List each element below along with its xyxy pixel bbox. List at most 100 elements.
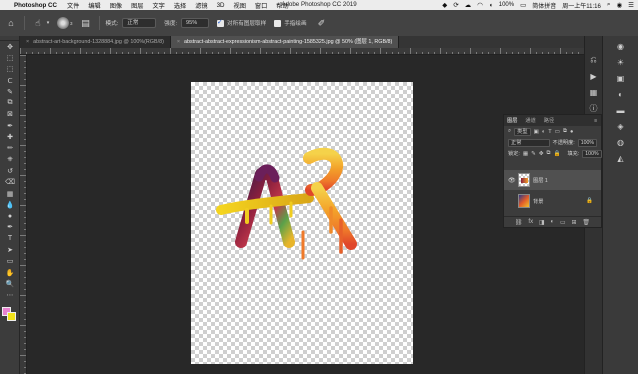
volume-icon[interactable]: ◖ bbox=[489, 2, 493, 9]
frame-tool[interactable]: ⊠ bbox=[0, 109, 20, 120]
gradient-tool[interactable]: ▦ bbox=[0, 188, 20, 199]
menu-view[interactable]: 视图 bbox=[234, 1, 246, 10]
brush-tool[interactable]: ✏ bbox=[0, 143, 20, 154]
smudge-tool-preset-icon[interactable]: ☝ bbox=[31, 16, 45, 30]
menu-help[interactable]: 帮助 bbox=[276, 1, 288, 10]
lock-artboard-icon[interactable]: ⧉ bbox=[547, 150, 551, 157]
opacity-input[interactable]: 100% bbox=[577, 138, 597, 147]
path-select-tool[interactable]: ➤ bbox=[0, 244, 20, 255]
battery-icon[interactable]: ▭ bbox=[520, 1, 526, 9]
blur-tool[interactable]: 💧 bbox=[0, 199, 20, 210]
eye-icon[interactable]: 👁 bbox=[508, 177, 516, 184]
wifi-icon[interactable]: ◠ bbox=[477, 1, 483, 9]
menu-type[interactable]: 文字 bbox=[152, 1, 164, 10]
home-icon[interactable]: ⌂ bbox=[4, 16, 18, 30]
menu-3d[interactable]: 3D bbox=[217, 2, 225, 9]
adjustment-icon[interactable]: ◐ bbox=[550, 219, 554, 225]
zoom-tool[interactable]: 🔍 bbox=[0, 278, 20, 289]
layers-panel-icon[interactable]: ◈ bbox=[603, 118, 638, 134]
blend-mode-select[interactable]: 正常 bbox=[508, 138, 550, 147]
clone-stamp-tool[interactable]: ⎈ bbox=[0, 154, 20, 165]
menu-layer[interactable]: 图层 bbox=[131, 1, 143, 10]
layer-row-layer1[interactable]: 👁 图层 1 bbox=[504, 170, 601, 190]
app-menu[interactable]: Photoshop CC bbox=[14, 2, 57, 9]
marquee-tool[interactable]: ⬚ bbox=[0, 64, 20, 75]
history-icon[interactable]: ⎌ bbox=[585, 52, 602, 68]
lock-pixels-icon[interactable]: ✎ bbox=[531, 151, 536, 157]
quick-select-tool[interactable]: ✎ bbox=[0, 86, 20, 97]
sync-icon[interactable]: ⟳ bbox=[453, 1, 458, 9]
panel-menu-icon[interactable]: ≡ bbox=[594, 118, 597, 124]
dodge-tool[interactable]: ● bbox=[0, 210, 20, 221]
layer-filter-select[interactable]: 类型 bbox=[514, 127, 531, 136]
canvas-area[interactable] bbox=[27, 55, 584, 374]
dropbox-icon[interactable]: ◆ bbox=[442, 1, 447, 9]
type-tool[interactable]: T bbox=[0, 233, 20, 244]
paths-panel-icon[interactable]: ◭ bbox=[603, 150, 638, 166]
swatches-panel-icon[interactable]: ◉ bbox=[603, 38, 638, 54]
history-brush-tool[interactable]: ↺ bbox=[0, 165, 20, 176]
rectangle-tool[interactable]: ▭ bbox=[0, 256, 20, 267]
tab-close-icon[interactable]: × bbox=[26, 36, 29, 48]
tab-layers[interactable]: 图层 bbox=[507, 117, 517, 124]
tab-channels[interactable]: 通道 bbox=[525, 117, 535, 124]
layer-row-background[interactable]: 背景 🔒 bbox=[504, 191, 601, 211]
properties-icon[interactable]: ◐ bbox=[603, 86, 638, 102]
move-tool[interactable]: ✥ bbox=[0, 41, 20, 52]
siri-icon[interactable]: ◉ bbox=[617, 1, 623, 9]
more-tools-icon[interactable]: ⋯ bbox=[0, 290, 20, 301]
brush-settings-icon[interactable]: ▤ bbox=[79, 16, 93, 30]
finger-painting-option[interactable]: 手指绘画 bbox=[274, 19, 307, 27]
channels-panel-icon[interactable]: ◍ bbox=[603, 134, 638, 150]
healing-brush-tool[interactable]: ✚ bbox=[0, 131, 20, 142]
adjustments-icon[interactable]: ☀ bbox=[603, 54, 638, 70]
input-method[interactable]: 简体拼音 bbox=[532, 1, 556, 10]
mask-icon[interactable]: ◨ bbox=[539, 219, 545, 226]
fill-input[interactable]: 100% bbox=[582, 149, 602, 158]
crop-tool[interactable]: ⧉ bbox=[0, 97, 20, 108]
new-layer-icon[interactable]: ⊞ bbox=[571, 219, 576, 226]
spotlight-icon[interactable]: ⌕ bbox=[607, 1, 611, 9]
filter-toggle-icon[interactable]: ● bbox=[570, 129, 573, 135]
vertical-ruler[interactable] bbox=[20, 55, 27, 374]
document-canvas[interactable] bbox=[191, 82, 413, 364]
lock-transparent-icon[interactable]: ▦ bbox=[523, 151, 528, 157]
lasso-tool[interactable]: ᑕ bbox=[0, 75, 20, 86]
filter-shape-icon[interactable]: ▭ bbox=[555, 129, 560, 135]
battery-percent[interactable]: 100% bbox=[499, 2, 514, 8]
hand-tool[interactable]: ✋ bbox=[0, 267, 20, 278]
fx-icon[interactable]: fx bbox=[528, 219, 533, 225]
filter-pixel-icon[interactable]: ▣ bbox=[534, 129, 539, 135]
trash-icon[interactable]: 🗑 bbox=[582, 219, 590, 226]
menu-window[interactable]: 窗口 bbox=[255, 1, 267, 10]
brush-preview[interactable] bbox=[57, 17, 69, 29]
tab-close-icon[interactable]: × bbox=[177, 36, 180, 48]
menu-image[interactable]: 图像 bbox=[110, 1, 122, 10]
doc-tab-1[interactable]: × abstract-art-background-1328884.jpg @ … bbox=[20, 36, 171, 48]
chevron-down-icon[interactable]: ▾ bbox=[45, 16, 51, 30]
eyedropper-tool[interactable]: ✒ bbox=[0, 120, 20, 131]
finger-painting-checkbox[interactable] bbox=[274, 19, 282, 27]
sample-all-layers-option[interactable]: 对所有图层取样 bbox=[217, 18, 266, 27]
play-icon[interactable]: ▶ bbox=[585, 68, 602, 84]
menu-edit[interactable]: 编辑 bbox=[88, 1, 100, 10]
eraser-tool[interactable]: ⌫ bbox=[0, 177, 20, 188]
filter-adjust-icon[interactable]: ◐ bbox=[542, 129, 545, 135]
horizontal-ruler[interactable] bbox=[20, 48, 584, 55]
background-color-swatch[interactable] bbox=[7, 311, 16, 321]
filter-smart-icon[interactable]: ⧉ bbox=[563, 128, 567, 135]
clock[interactable]: 周一上午11:16 bbox=[562, 1, 601, 10]
filter-type-icon[interactable]: T bbox=[548, 129, 551, 135]
layer-name[interactable]: 图层 1 bbox=[533, 177, 548, 184]
libraries-icon[interactable]: ▣ bbox=[603, 70, 638, 86]
doc-tab-2[interactable]: × abstract-abstract-expressionism-abstra… bbox=[170, 36, 400, 48]
menu-select[interactable]: 选择 bbox=[174, 1, 186, 10]
pen-tool[interactable]: ✒ bbox=[0, 222, 20, 233]
cloud-icon[interactable]: ☁ bbox=[465, 1, 472, 9]
menu-file[interactable]: 文件 bbox=[67, 1, 79, 10]
lock-all-icon[interactable]: 🔒 bbox=[554, 151, 561, 157]
menu-filter[interactable]: 滤镜 bbox=[195, 1, 207, 10]
notification-center-icon[interactable]: ☰ bbox=[628, 1, 634, 9]
pressure-icon[interactable]: ✐ bbox=[315, 16, 329, 30]
mode-select[interactable]: 正常 bbox=[122, 18, 157, 28]
